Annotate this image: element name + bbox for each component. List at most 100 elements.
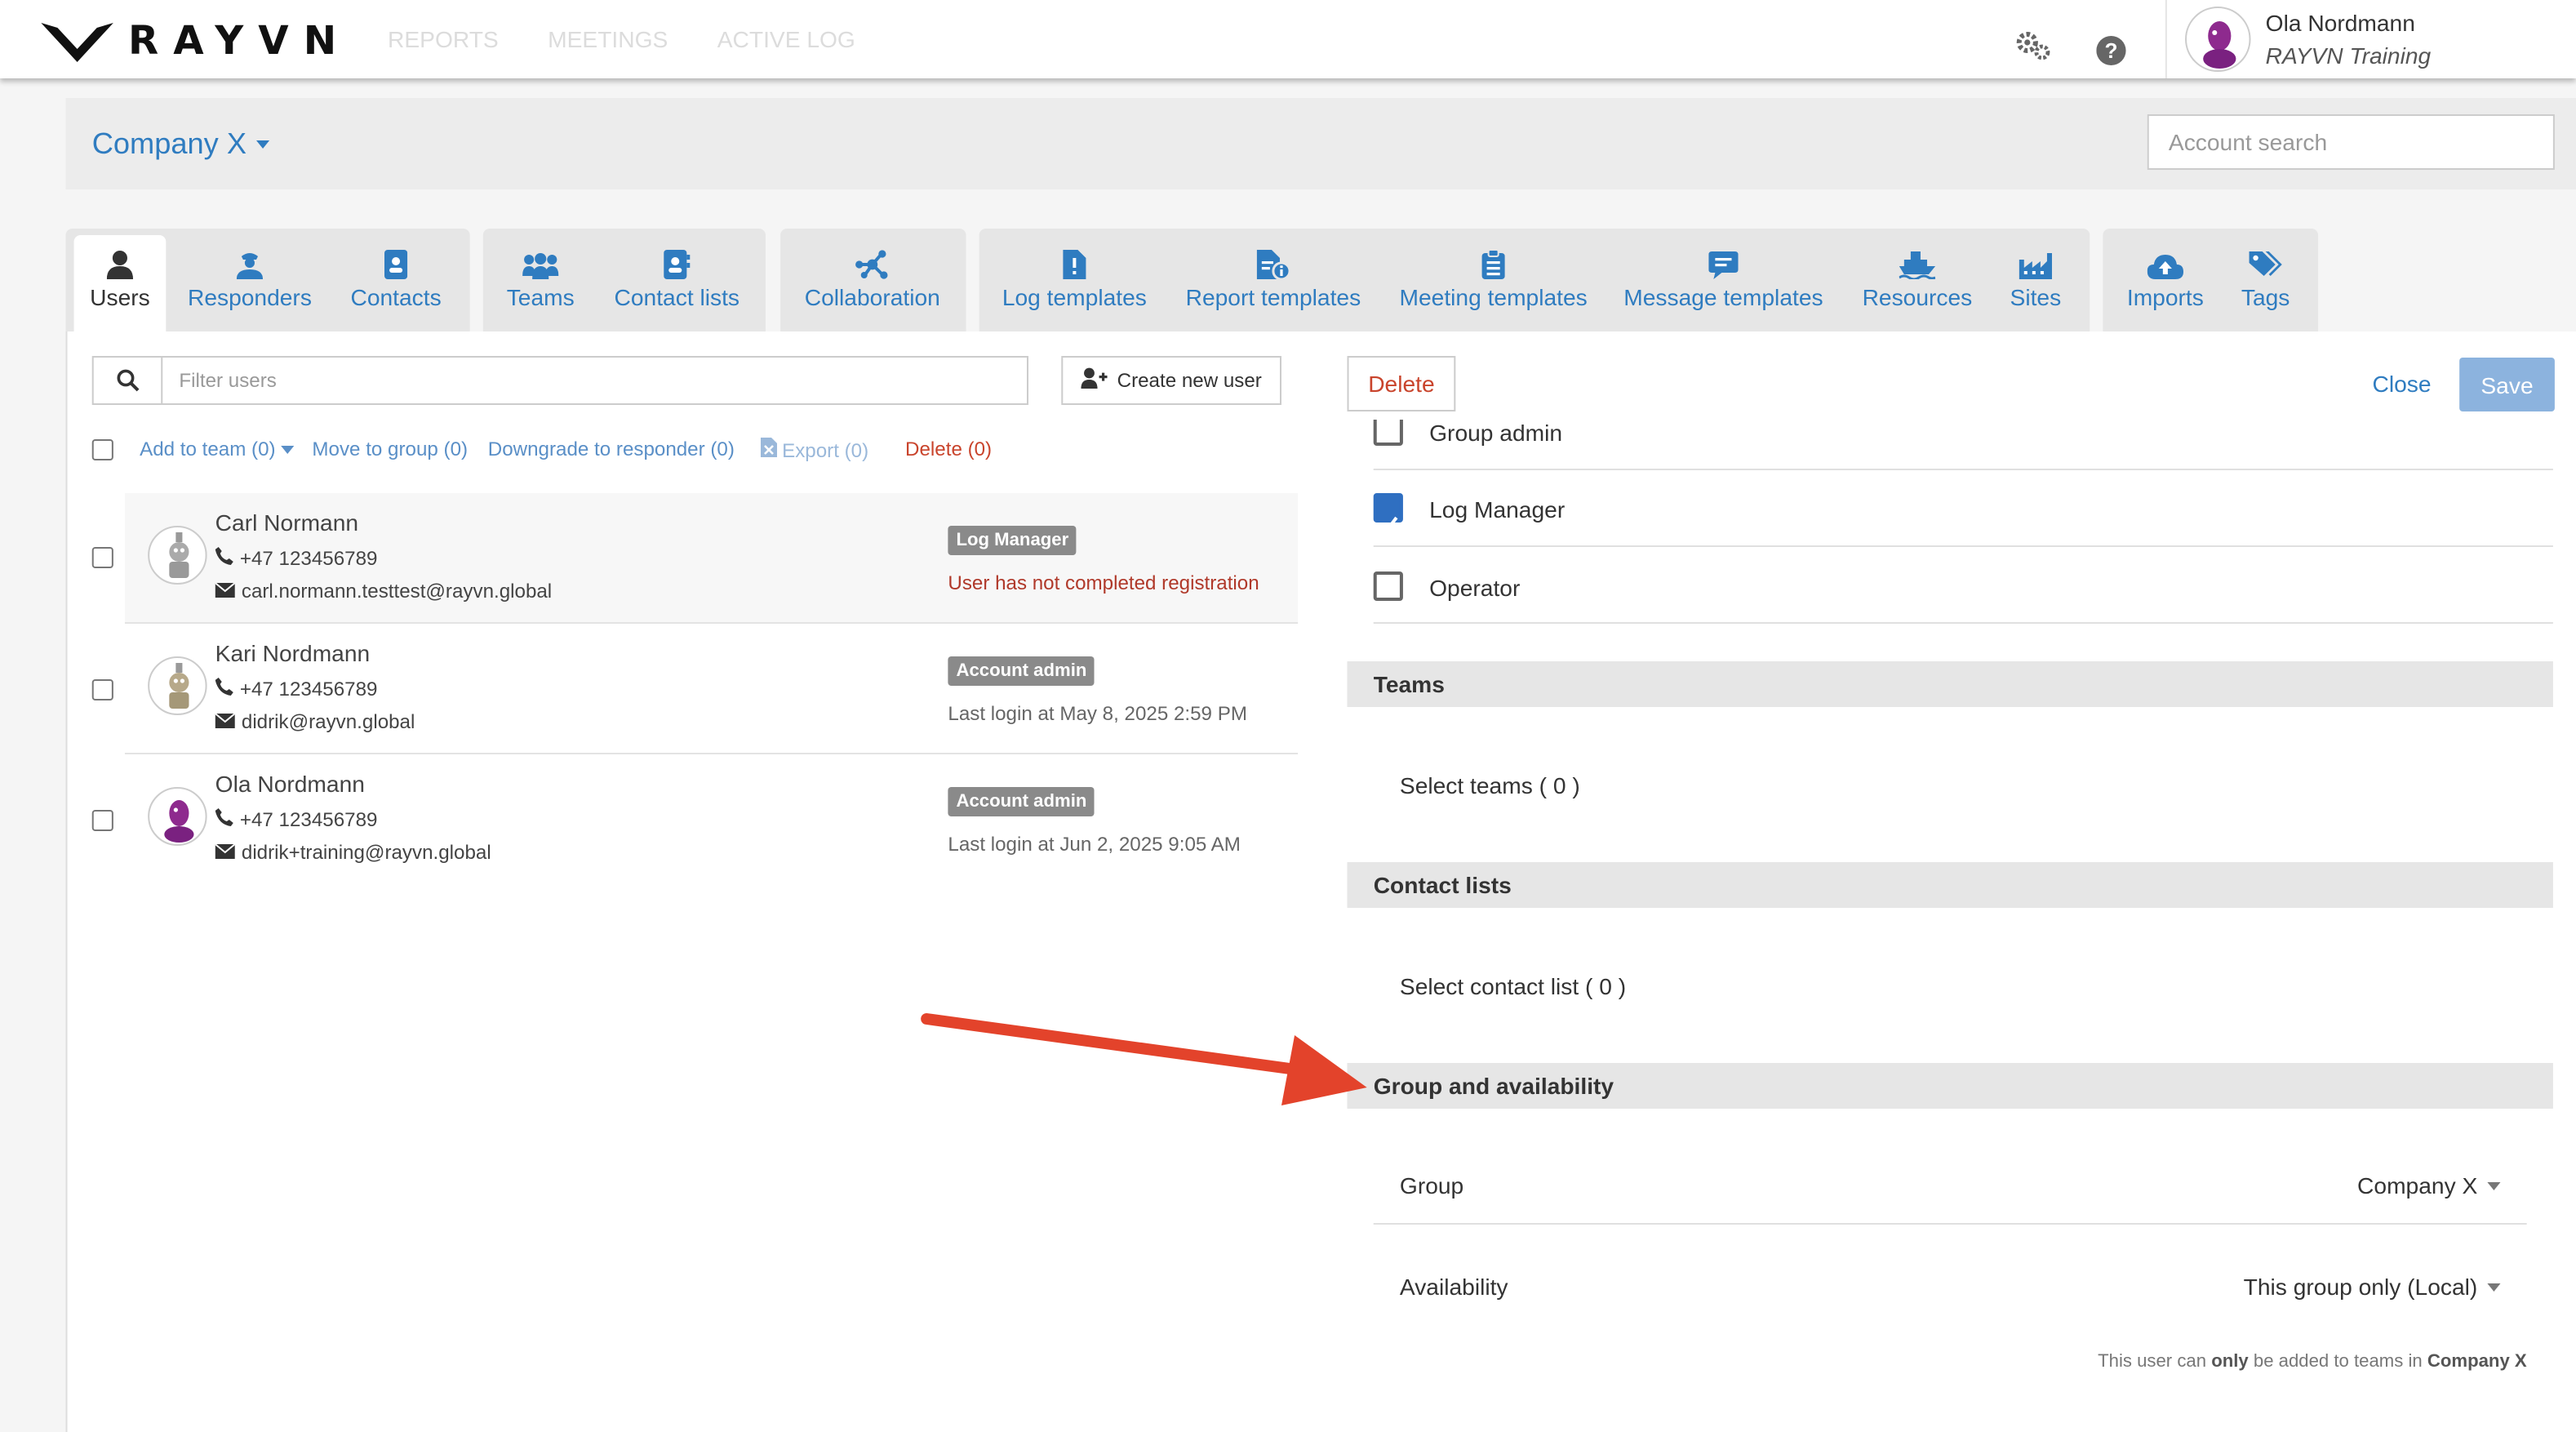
select-teams-link[interactable]: Select teams ( 0 ) bbox=[1400, 772, 1580, 798]
search-icon[interactable] bbox=[94, 358, 163, 403]
note-middle: be added to teams in bbox=[2253, 1352, 2423, 1372]
move-to-group-action[interactable]: Move to group (0) bbox=[312, 438, 468, 460]
tab-label: Report templates bbox=[1185, 284, 1361, 310]
checkmark-icon bbox=[1379, 516, 1398, 534]
group-row: Group Company X bbox=[1373, 1150, 2527, 1225]
tab-collaboration[interactable]: Collaboration bbox=[793, 229, 951, 331]
tab-group-people: Users Responders Contacts bbox=[65, 229, 470, 331]
export-action[interactable]: Export (0) bbox=[760, 438, 868, 462]
address-book-icon bbox=[664, 250, 691, 279]
teams-section-header: Teams bbox=[1347, 661, 2553, 707]
user-row-checkbox[interactable] bbox=[91, 679, 113, 700]
tab-label: Users bbox=[90, 284, 150, 310]
user-menu[interactable]: Ola Nordmann RAYVN Training bbox=[2165, 0, 2576, 78]
downgrade-to-responder-action[interactable]: Downgrade to responder (0) bbox=[488, 438, 735, 460]
tab-meeting-templates[interactable]: Meeting templates bbox=[1397, 229, 1591, 331]
user-row-checkbox[interactable] bbox=[91, 547, 113, 568]
role-label: Group admin bbox=[1429, 420, 1563, 446]
note-strong: only bbox=[2211, 1352, 2249, 1372]
role-badge: Account admin bbox=[948, 656, 1095, 686]
role-badge: Log Manager bbox=[948, 526, 1077, 555]
tab-users[interactable]: Users bbox=[73, 235, 167, 331]
role-checkbox[interactable] bbox=[1373, 571, 1403, 601]
tab-label: Resources bbox=[1862, 284, 1973, 310]
user-icon bbox=[106, 250, 134, 279]
delete-user-button[interactable]: Delete bbox=[1347, 356, 1456, 411]
file-info-icon bbox=[1256, 250, 1290, 279]
user-avatar bbox=[148, 656, 207, 715]
user-row-checkbox[interactable] bbox=[91, 810, 113, 831]
user-name: Ola Nordmann bbox=[215, 771, 365, 797]
tab-report-templates[interactable]: Report templates bbox=[1183, 229, 1363, 331]
envelope-icon bbox=[215, 710, 236, 733]
tab-label: Teams bbox=[506, 284, 575, 310]
close-link[interactable]: Close bbox=[2372, 371, 2431, 397]
company-selector[interactable]: Company X bbox=[92, 127, 270, 162]
tab-group-collaboration: Collaboration bbox=[780, 229, 966, 331]
contact-lists-section-header: Contact lists bbox=[1347, 862, 2553, 908]
availability-note: This user can only be added to teams in … bbox=[1856, 1352, 2527, 1372]
tab-log-templates[interactable]: Log templates bbox=[999, 229, 1150, 331]
user-phone-text: +47 123456789 bbox=[239, 547, 378, 570]
save-button[interactable]: Save bbox=[2459, 358, 2555, 411]
factory-icon bbox=[2019, 250, 2052, 279]
phone-icon bbox=[215, 808, 233, 831]
user-name: Ola Nordmann bbox=[2265, 10, 2415, 36]
tab-message-templates[interactable]: Message templates bbox=[1623, 229, 1824, 331]
envelope-icon bbox=[215, 580, 236, 603]
user-phone: +47 123456789 bbox=[215, 547, 378, 570]
user-email: didrik@rayvn.global bbox=[215, 710, 415, 733]
user-row-ola-nordmann[interactable]: Ola Nordmann +47 123456789 didrik+traini… bbox=[125, 754, 1298, 885]
user-email: didrik+training@rayvn.global bbox=[215, 841, 491, 864]
user-avatar bbox=[148, 787, 207, 846]
help-circle-icon[interactable]: ? bbox=[2096, 26, 2126, 77]
group-select[interactable]: Company X bbox=[2357, 1172, 2501, 1199]
nav-meetings[interactable]: MEETINGS bbox=[548, 26, 668, 52]
nav-reports[interactable]: REPORTS bbox=[388, 26, 499, 52]
role-checkbox[interactable] bbox=[1373, 416, 1403, 446]
tab-label: Message templates bbox=[1623, 284, 1823, 310]
tab-label: Contact lists bbox=[614, 284, 740, 310]
user-row-carl-normann[interactable]: Carl Normann +47 123456789 carl.normann.… bbox=[124, 493, 1299, 624]
availability-select[interactable]: This group only (Local) bbox=[2244, 1274, 2501, 1300]
responder-icon bbox=[236, 250, 264, 279]
role-checkbox-checked[interactable] bbox=[1373, 493, 1403, 534]
contact-card-icon bbox=[384, 250, 408, 279]
user-row-kari-nordmann[interactable]: Kari Nordmann +47 123456789 didrik@rayvn… bbox=[124, 624, 1299, 754]
tab-label: Contacts bbox=[350, 284, 442, 310]
app-root: RAYVN REPORTS MEETINGS ACTIVE LOG ? Ola … bbox=[0, 0, 2576, 1432]
select-contact-list-link[interactable]: Select contact list ( 0 ) bbox=[1400, 973, 1626, 999]
tab-sites[interactable]: Sites bbox=[1998, 229, 2074, 331]
nav-active-log[interactable]: ACTIVE LOG bbox=[717, 26, 855, 52]
role-option-operator[interactable]: Operator bbox=[1373, 547, 2553, 624]
tab-imports[interactable]: Imports bbox=[2120, 229, 2212, 331]
last-login: Last login at May 8, 2025 2:59 PM bbox=[948, 702, 1247, 725]
tab-group-lists: Teams Contact lists bbox=[482, 229, 766, 331]
role-label: Log Manager bbox=[1429, 496, 1566, 523]
create-new-user-button[interactable]: Create new user bbox=[1061, 356, 1281, 405]
delete-selected-action[interactable]: Delete (0) bbox=[905, 438, 992, 460]
filter-users-input[interactable] bbox=[164, 358, 1027, 403]
rayvn-logo[interactable]: RAYVN bbox=[39, 16, 351, 65]
tab-label: Imports bbox=[2126, 284, 2204, 310]
role-option-log-manager[interactable]: Log Manager bbox=[1373, 470, 2553, 547]
add-to-team-action[interactable]: Add to team (0) bbox=[140, 438, 294, 460]
user-avatar bbox=[148, 526, 207, 585]
chevron-down-icon bbox=[280, 445, 294, 453]
tab-contacts[interactable]: Contacts bbox=[339, 229, 454, 331]
logo-text: RAYVN bbox=[127, 18, 352, 64]
tab-label: Sites bbox=[2010, 284, 2062, 310]
tab-label: Collaboration bbox=[804, 284, 940, 310]
user-plus-icon bbox=[1081, 367, 1108, 394]
red-arrow-annotation-icon bbox=[921, 1013, 1367, 1105]
tab-tags[interactable]: Tags bbox=[2231, 229, 2300, 331]
gears-icon[interactable] bbox=[2014, 23, 2054, 73]
tab-responders[interactable]: Responders bbox=[184, 229, 315, 331]
select-all-checkbox[interactable] bbox=[91, 439, 113, 460]
tab-contact-lists[interactable]: Contact lists bbox=[605, 229, 749, 331]
account-search-input[interactable] bbox=[2147, 114, 2555, 170]
tab-resources[interactable]: Resources bbox=[1856, 229, 1978, 331]
tab-teams[interactable]: Teams bbox=[493, 229, 588, 331]
file-alert-icon bbox=[1063, 250, 1086, 279]
note-prefix: This user can bbox=[2098, 1352, 2207, 1372]
